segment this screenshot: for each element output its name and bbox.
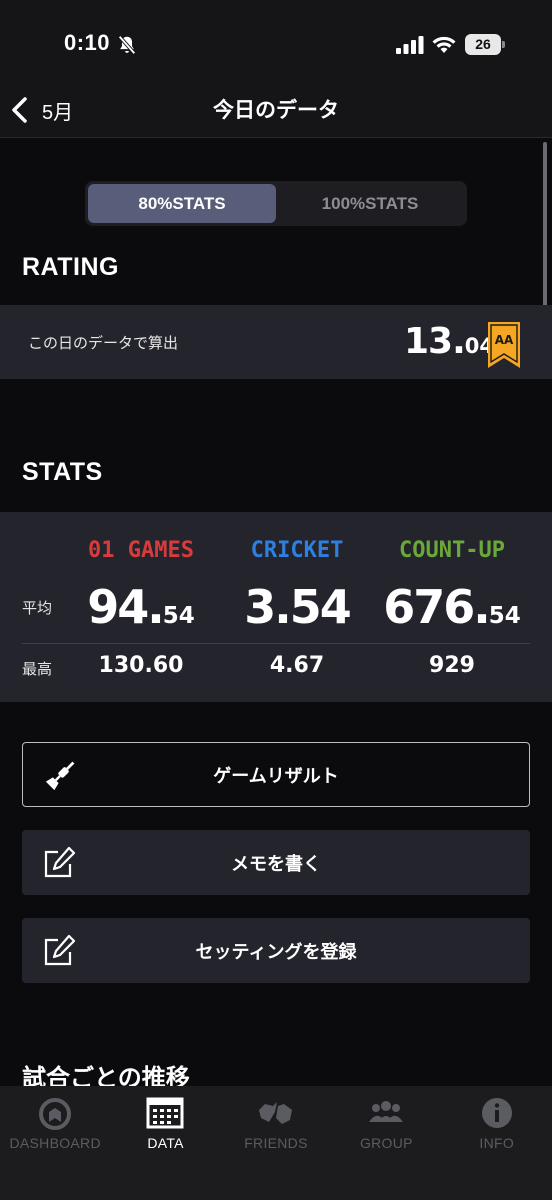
stats-avg-01-games: 94.54 xyxy=(66,580,216,634)
battery-cap xyxy=(502,41,505,48)
stats-max-cricket: 4.67 xyxy=(269,653,325,678)
battery-level: 26 xyxy=(465,34,501,55)
dart-icon xyxy=(45,761,75,791)
register-setting-button[interactable]: セッティングを登録 xyxy=(22,918,530,983)
nav-bar: 5月 今日のデータ xyxy=(0,84,552,138)
avg-dec: 54 xyxy=(162,603,195,629)
tab-group[interactable]: GROUP xyxy=(331,1086,441,1166)
tab-label-group: GROUP xyxy=(359,1135,413,1151)
stats-max-count-up: 929 xyxy=(429,653,475,678)
tab-dashboard[interactable]: DASHBOARD xyxy=(0,1086,110,1166)
write-memo-label: メモを書く xyxy=(231,853,321,874)
rating-row: この日のデータで算出 13.04 AA xyxy=(0,305,552,379)
stats-table: 01 GAMES CRICKET COUNT-UP 平均 94.54 3.54 … xyxy=(0,512,552,702)
stats-header-count-up: COUNT-UP xyxy=(399,538,505,563)
wifi-icon xyxy=(432,36,456,53)
stats-mode-segment: 80%STATS 100%STATS xyxy=(85,181,467,226)
friends-icon xyxy=(258,1102,292,1124)
stats-header-cricket: CRICKET xyxy=(250,538,344,563)
info-icon xyxy=(481,1098,512,1128)
rating-value-int: 13. xyxy=(404,321,466,362)
avg-int: 676. xyxy=(383,580,490,634)
register-setting-label: セッティングを登録 xyxy=(195,941,357,962)
rating-value: 13.04 xyxy=(404,321,494,362)
battery-icon: 26 xyxy=(465,34,505,55)
game-result-button[interactable]: ゲームリザルト xyxy=(22,742,530,807)
segment-100-stats[interactable]: 100%STATS xyxy=(276,184,464,223)
tab-label-info: INFO xyxy=(479,1135,515,1151)
calendar-icon xyxy=(146,1097,184,1129)
tab-friends[interactable]: FRIENDS xyxy=(221,1086,331,1166)
game-result-label: ゲームリザルト xyxy=(213,765,339,786)
cellular-signal-icon xyxy=(396,36,424,54)
tab-label-data: DATA xyxy=(147,1135,184,1151)
avg-int: 3.54 xyxy=(244,580,351,634)
status-bar: 0:10 26 xyxy=(0,0,552,84)
tab-label-friends: FRIENDS xyxy=(244,1135,308,1151)
stats-divider xyxy=(22,643,530,644)
stats-row-max-label: 最高 xyxy=(22,661,53,678)
stats-avg-count-up: 676.54 xyxy=(377,580,527,634)
edit-icon xyxy=(44,934,76,966)
segment-80-stats[interactable]: 80%STATS xyxy=(88,184,276,223)
rating-class-badge: AA xyxy=(488,322,520,368)
tab-data[interactable]: DATA xyxy=(110,1086,220,1166)
page-title: 今日のデータ xyxy=(213,99,339,122)
rating-section-title: RATING xyxy=(22,253,119,281)
tab-info[interactable]: INFO xyxy=(442,1086,552,1166)
rating-label: この日のデータで算出 xyxy=(28,335,179,352)
write-memo-button[interactable]: メモを書く xyxy=(22,830,530,895)
tab-label-dashboard: DASHBOARD xyxy=(9,1135,101,1151)
edit-icon xyxy=(44,846,76,878)
avg-dec: 54 xyxy=(488,603,521,629)
stats-max-01-games: 130.60 xyxy=(98,653,184,678)
group-icon xyxy=(369,1101,404,1122)
rating-class-label: AA xyxy=(495,333,514,347)
dashboard-icon xyxy=(39,1098,71,1130)
stats-row-avg-label: 平均 xyxy=(22,600,53,617)
bell-off-icon xyxy=(118,35,136,55)
stats-avg-cricket: 3.54 xyxy=(222,580,372,634)
stats-section-title: STATS xyxy=(22,458,103,486)
avg-int: 94. xyxy=(87,580,164,634)
status-time: 0:10 xyxy=(64,30,111,55)
tab-bar: DASHBOARD DATA FRIENDS GROUP INFO xyxy=(0,1086,552,1200)
stats-header-01-games: 01 GAMES xyxy=(88,538,194,563)
